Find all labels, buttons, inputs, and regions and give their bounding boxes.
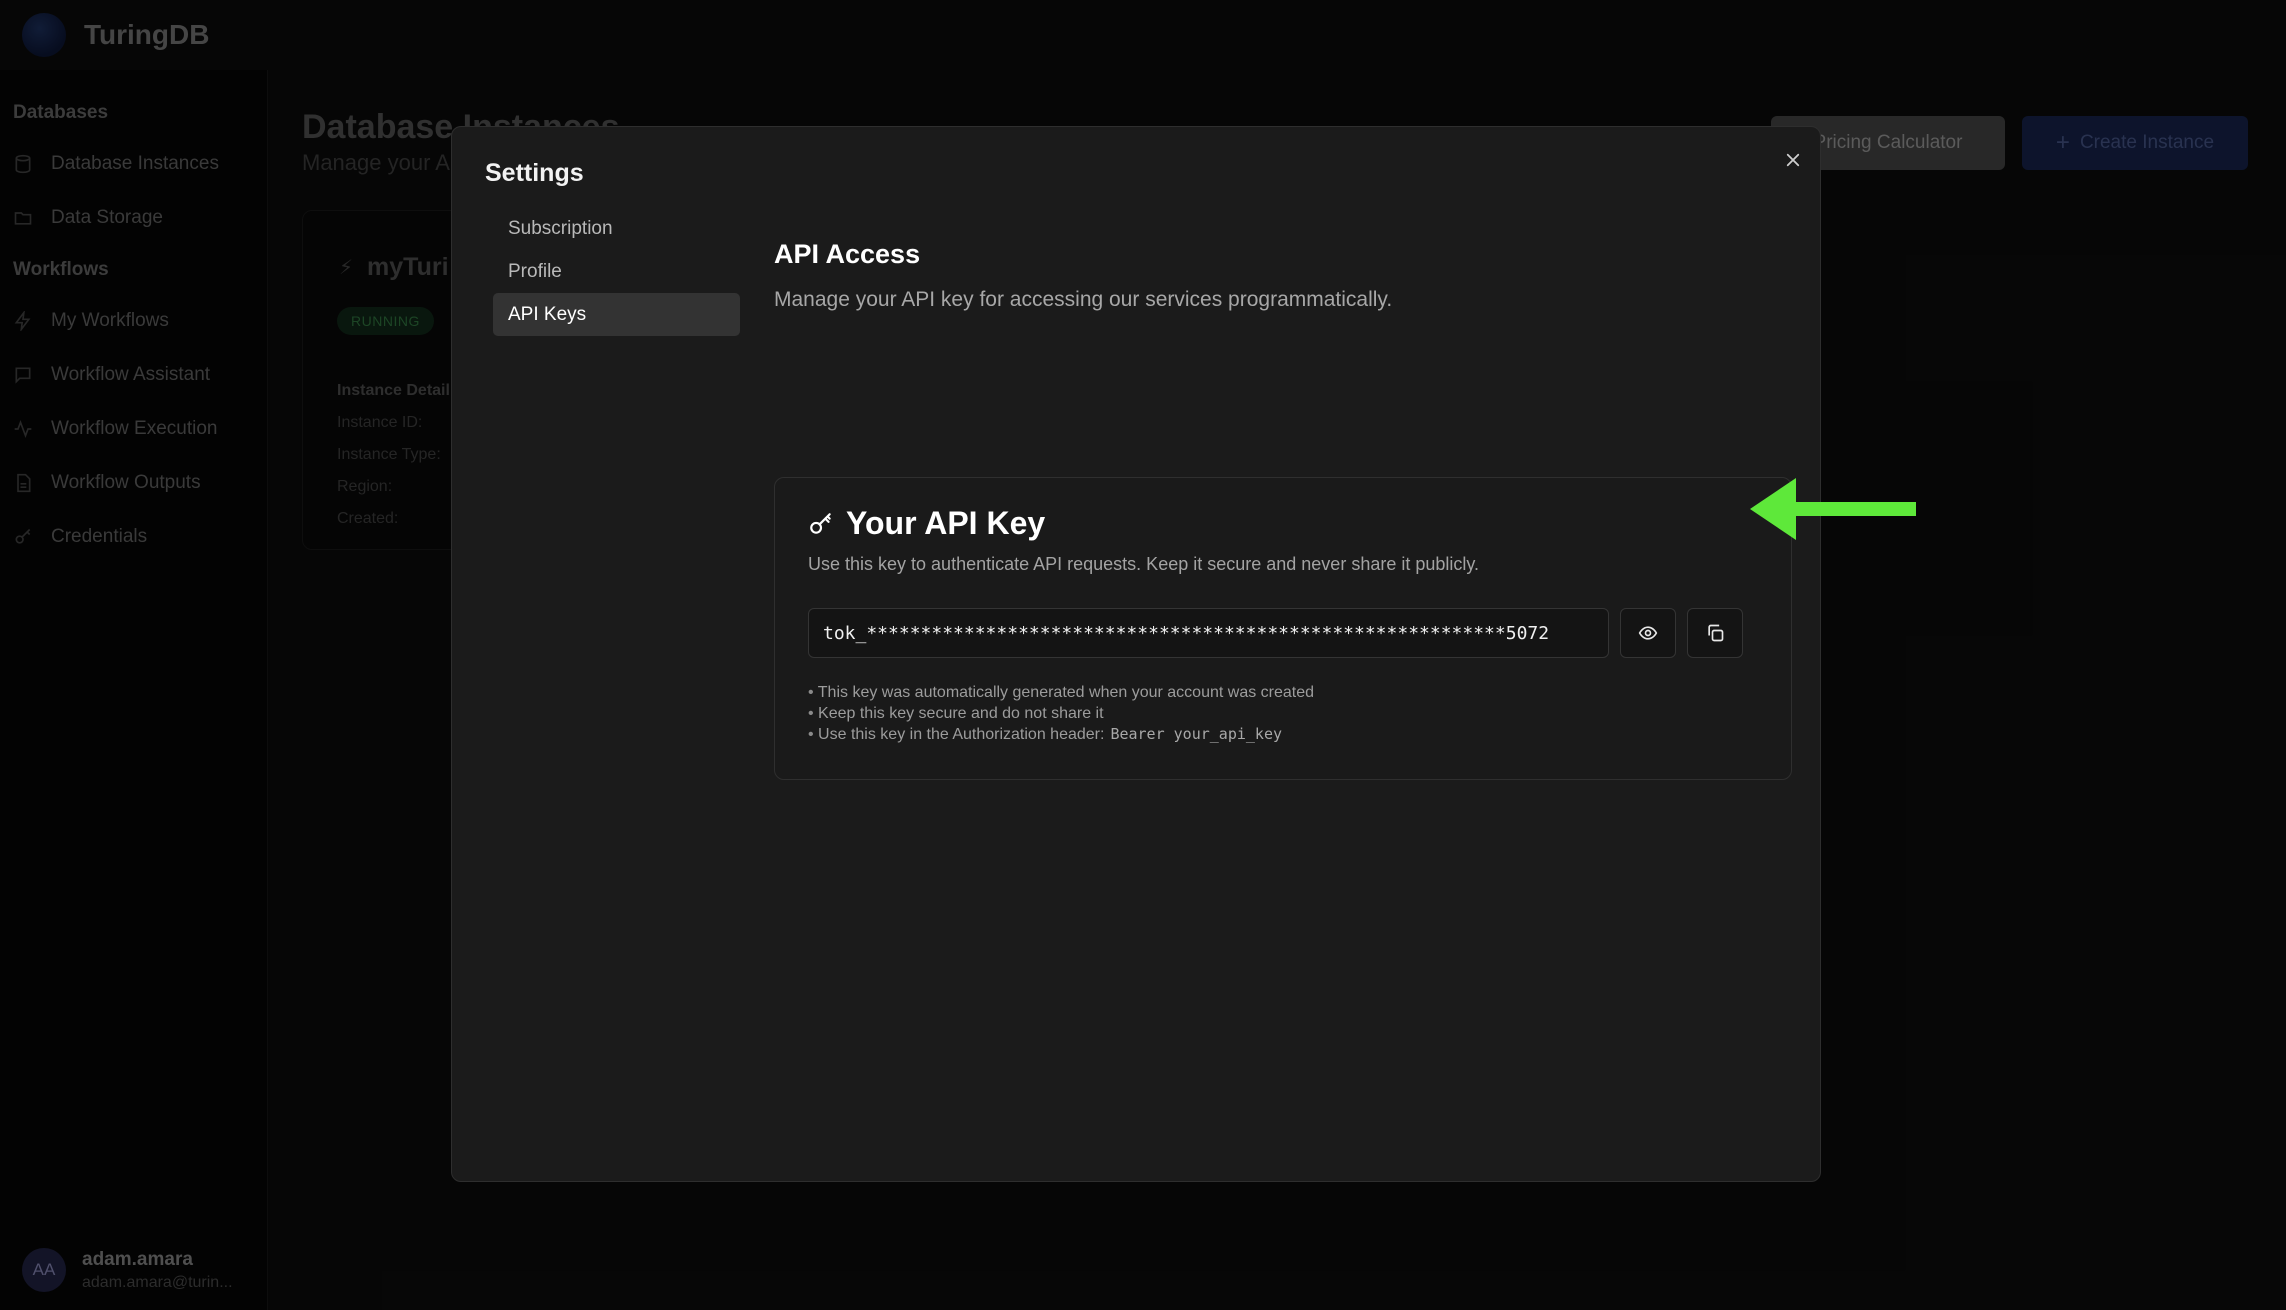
close-button[interactable] xyxy=(1778,145,1808,175)
api-key-notes: This key was automatically generated whe… xyxy=(808,682,1314,745)
header-example: Bearer your_api_key xyxy=(1110,725,1283,743)
settings-modal: Settings Subscription Profile API Keys A… xyxy=(451,126,1821,1182)
tab-profile[interactable]: Profile xyxy=(489,250,744,293)
annotation-arrow-icon xyxy=(1750,478,1916,540)
settings-nav: Subscription Profile API Keys xyxy=(489,207,744,336)
note-item: Use this key in the Authorization header… xyxy=(808,724,1314,745)
modal-title: Settings xyxy=(485,159,584,187)
close-icon xyxy=(1786,153,1800,167)
show-key-button[interactable] xyxy=(1620,608,1676,658)
api-key-description: Use this key to authenticate API request… xyxy=(808,554,1480,574)
tab-api-keys[interactable]: API Keys xyxy=(493,293,740,336)
api-key-field[interactable]: tok_************************************… xyxy=(808,608,1609,658)
api-key-row: tok_************************************… xyxy=(808,608,1743,658)
note-item: This key was automatically generated whe… xyxy=(808,682,1314,703)
copy-icon xyxy=(1708,624,1724,642)
api-key-card: Your API Key Use this key to authenticat… xyxy=(774,477,1792,780)
api-key-title: Your API Key xyxy=(808,505,1045,542)
key-icon xyxy=(810,512,831,534)
copy-key-button[interactable] xyxy=(1687,608,1743,658)
section-title: API Access xyxy=(774,239,921,269)
eye-icon xyxy=(1638,626,1658,640)
api-access-panel: API Access Manage your API key for acces… xyxy=(774,239,1792,780)
note-item: Keep this key secure and do not share it xyxy=(808,703,1314,724)
section-description: Manage your API key for accessing our se… xyxy=(774,288,1393,311)
note-text: Use this key in the Authorization header… xyxy=(818,726,1105,743)
api-key-title-text: Your API Key xyxy=(846,505,1046,541)
tab-subscription[interactable]: Subscription xyxy=(489,207,744,250)
